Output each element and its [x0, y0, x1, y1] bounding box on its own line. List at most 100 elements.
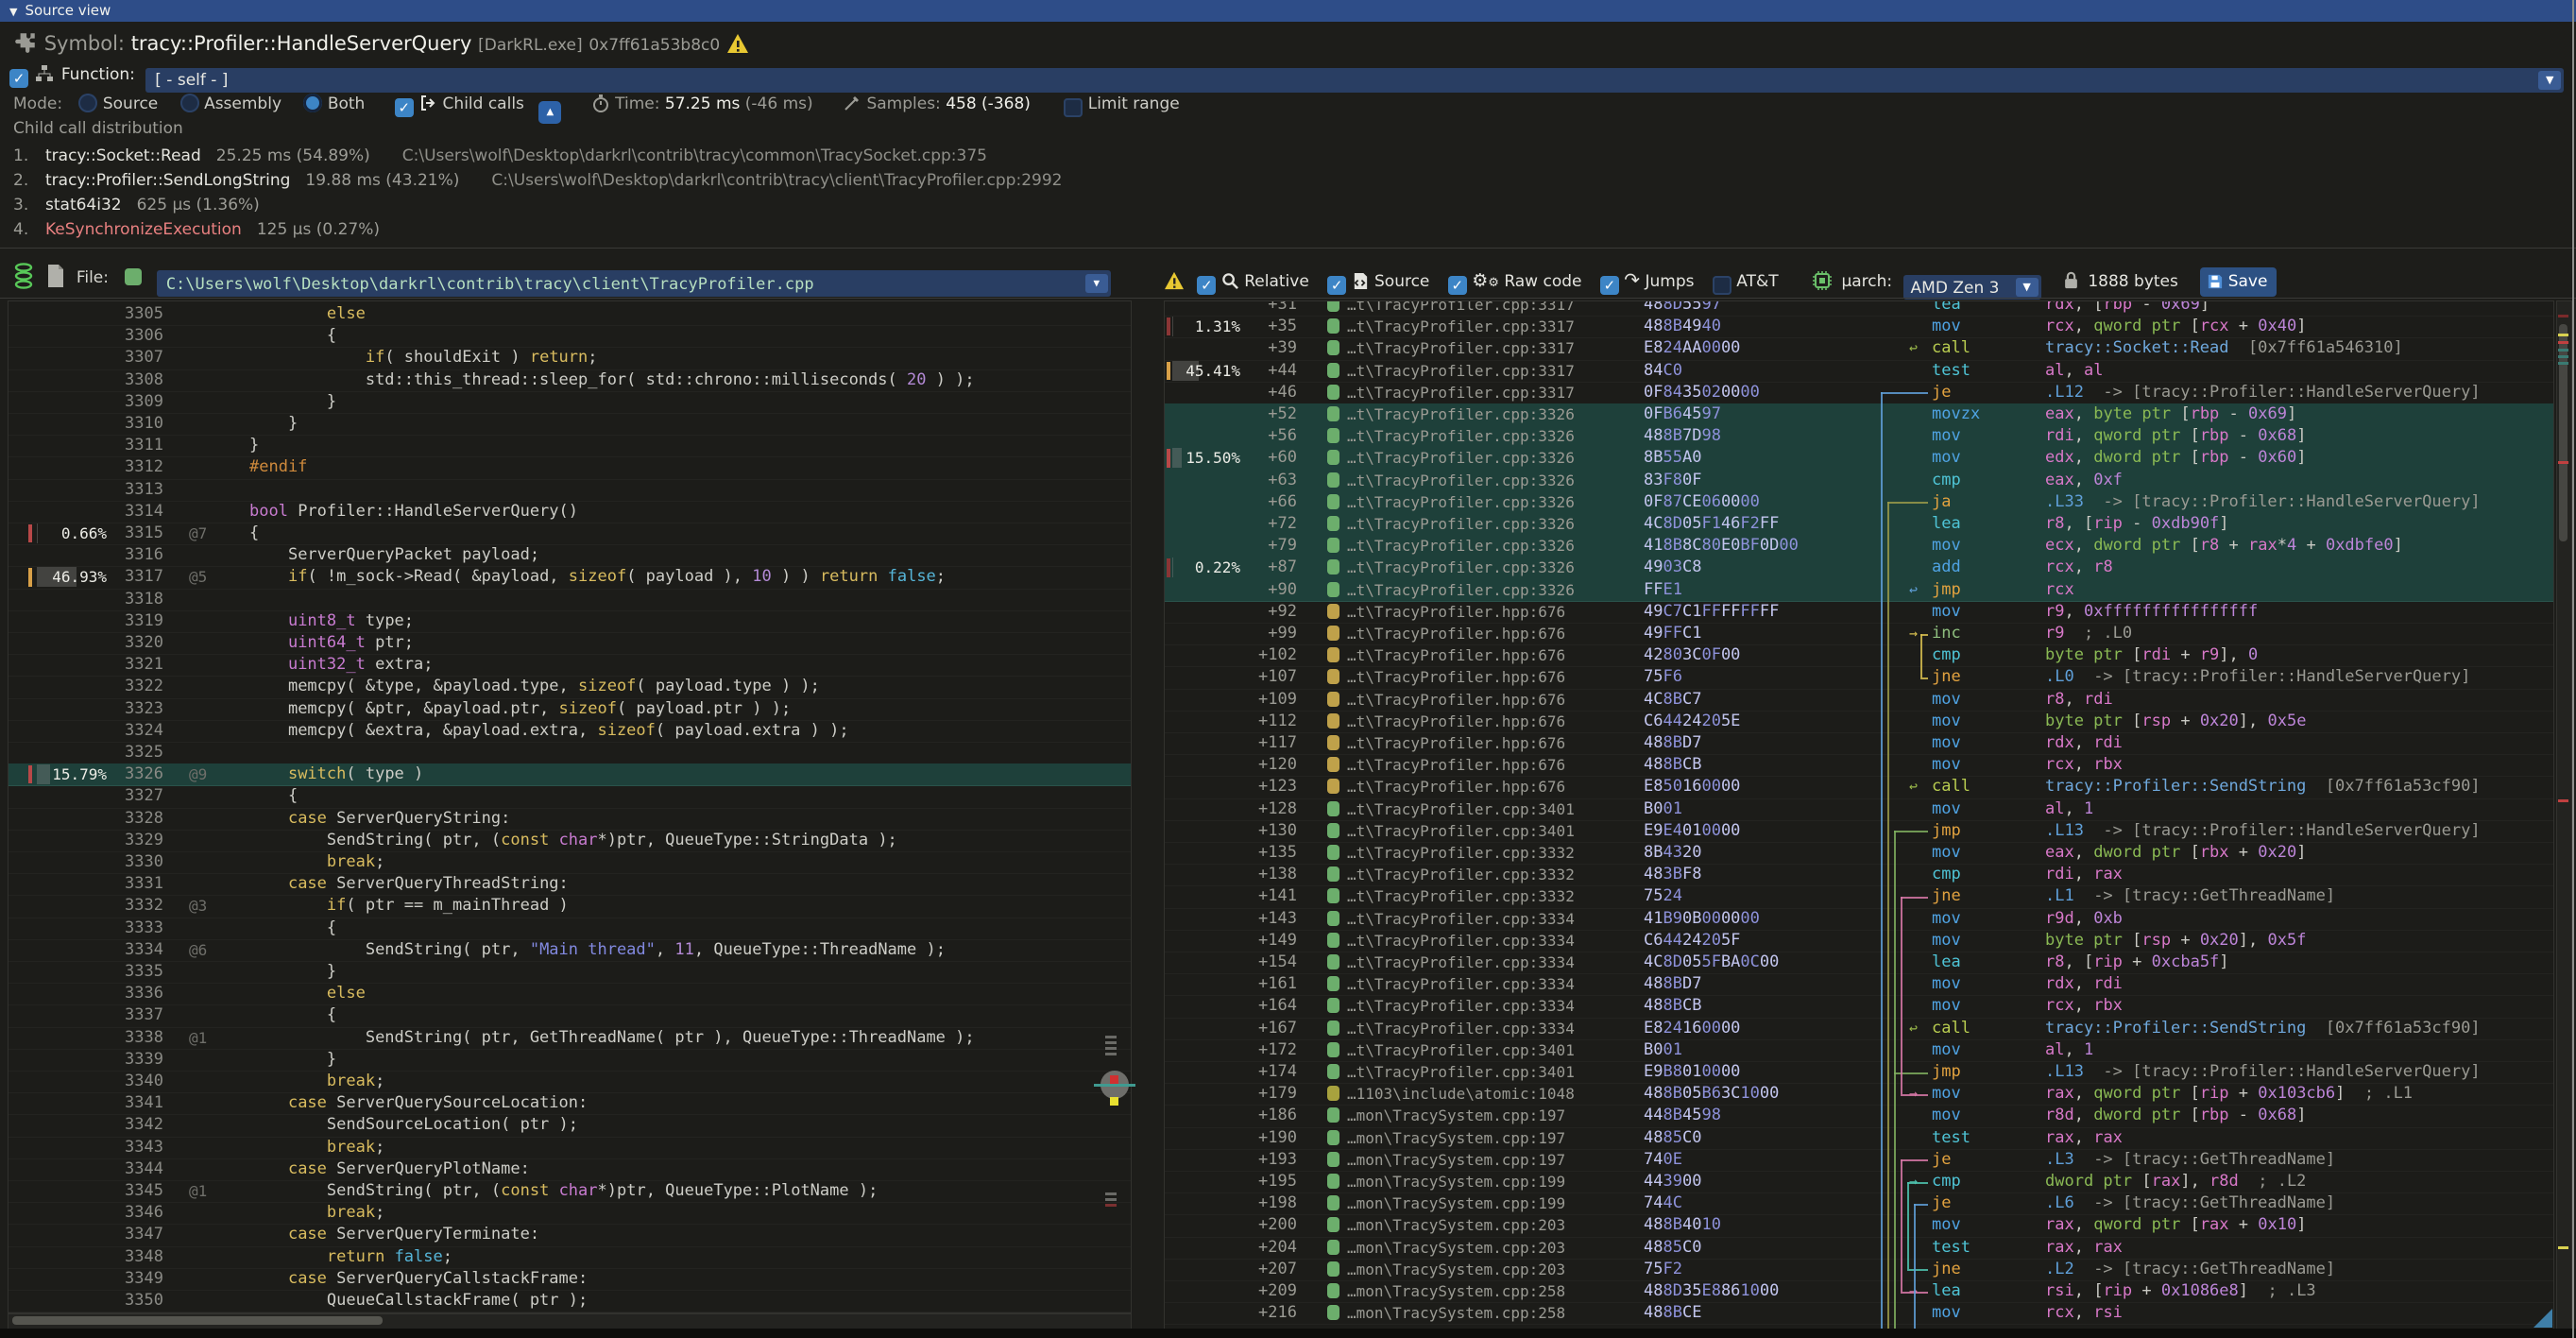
child-call-item[interactable]: 3.stat64i32625 μs (1.36%) — [13, 193, 260, 217]
source-line-row[interactable]: 3305 else — [9, 303, 1131, 326]
child-call-item[interactable]: 1.tracy::Socket::Read25.25 ms (54.89%)C:… — [13, 144, 987, 168]
child-call-item[interactable]: 4.KeSynchronizeExecution125 μs (0.27%) — [13, 217, 380, 242]
asm-row[interactable]: +72…t\TracyProfiler.cpp:33264C8D05F146F2… — [1165, 513, 2553, 536]
source-line-row[interactable]: 3347 case ServerQueryTerminate: — [9, 1224, 1131, 1246]
source-line-row[interactable]: 3335 } — [9, 961, 1131, 984]
asm-source-location[interactable]: …t\TracyProfiler.cpp:3334 — [1347, 952, 1575, 973]
source-line-row[interactable]: 3324 memcpy( &extra, &payload.extra, siz… — [9, 720, 1131, 743]
source-line-row[interactable]: 3344 case ServerQueryPlotName: — [9, 1158, 1131, 1181]
radio-both-label[interactable]: Both — [328, 94, 366, 113]
source-line-row[interactable]: 3339 } — [9, 1049, 1131, 1072]
asm-row[interactable]: +174…t\TracyProfiler.cpp:3401E9B8010000j… — [1165, 1061, 2553, 1084]
source-line-row[interactable]: 3336 else — [9, 983, 1131, 1005]
assembly-vertical-scrollbar[interactable] — [2556, 300, 2572, 1329]
source-line-row[interactable]: 3338@1 SendString( ptr, GetThreadName( p… — [9, 1027, 1131, 1050]
asm-row[interactable]: +204…mon\TracySystem.cpp:2034885C0testra… — [1165, 1237, 2553, 1260]
source-line-row[interactable]: 3320 uint64_t ptr; — [9, 632, 1131, 655]
source-line-row[interactable]: 3332@3 if( ptr == m_mainThread ) — [9, 895, 1131, 918]
file-select[interactable]: C:\Users\wolf\Desktop\darkrl\contrib\tra… — [157, 270, 1111, 297]
asm-row[interactable]: 45.41%+44…t\TracyProfiler.cpp:331784C0te… — [1165, 360, 2553, 383]
asm-row[interactable]: +164…t\TracyProfiler.cpp:3334488BCBmovrc… — [1165, 995, 2553, 1018]
asm-source-location[interactable]: …t\TracyProfiler.hpp:676 — [1347, 644, 1565, 666]
asm-row[interactable]: +154…t\TracyProfiler.cpp:33344C8D055FBA0… — [1165, 952, 2553, 974]
source-line-row[interactable]: 3348 return false; — [9, 1246, 1131, 1269]
asm-row[interactable]: +172…t\TracyProfiler.cpp:3401B001moval, … — [1165, 1039, 2553, 1062]
source-line-row[interactable]: 3325 — [9, 742, 1131, 764]
source-line-row[interactable]: 3307 if( shouldExit ) return; — [9, 347, 1131, 369]
asm-row[interactable]: +200…mon\TracySystem.cpp:203488B4010movr… — [1165, 1214, 2553, 1237]
source-line-row[interactable]: 3331 case ServerQueryThreadString: — [9, 873, 1131, 896]
asm-source-location[interactable]: …t\TracyProfiler.cpp:3317 — [1347, 360, 1575, 382]
asm-row[interactable]: +149…t\TracyProfiler.cpp:3334C64424205Fm… — [1165, 930, 2553, 952]
source-line-row[interactable]: 15.79%3326@9 switch( type ) — [9, 763, 1131, 786]
radio-source[interactable] — [78, 94, 97, 112]
asm-row[interactable]: +216…mon\TracySystem.cpp:258488BCEmovrcx… — [1165, 1302, 2553, 1325]
relative-checkbox[interactable]: ✓ Relative — [1197, 268, 1308, 295]
asm-source-location[interactable]: …t\TracyProfiler.cpp:3334 — [1347, 1018, 1575, 1039]
asm-source-location[interactable]: …t\TracyProfiler.hpp:676 — [1347, 754, 1565, 776]
source-line-row[interactable]: 3311} — [9, 435, 1131, 457]
radio-source-label[interactable]: Source — [103, 94, 158, 113]
source-line-row[interactable]: 3321 uint32_t extra; — [9, 654, 1131, 677]
asm-source-location[interactable]: …t\TracyProfiler.cpp:3326 — [1347, 579, 1575, 601]
uarch-select[interactable]: AMD Zen 3 ▼ — [1903, 275, 2041, 300]
asm-row[interactable]: +130…t\TracyProfiler.cpp:3401E9E4010000j… — [1165, 820, 2553, 843]
source-line-row[interactable]: 3343 break; — [9, 1137, 1131, 1159]
collapse-icon[interactable]: ▼ — [9, 1, 17, 23]
source-line-row[interactable]: 3312#endif — [9, 456, 1131, 479]
asm-row[interactable]: 1.31%+35…t\TracyProfiler.cpp:3317488B494… — [1165, 316, 2553, 338]
asm-source-location[interactable]: …1103\include\atomic:1048 — [1347, 1083, 1575, 1105]
asm-source-location[interactable]: …t\TracyProfiler.cpp:3334 — [1347, 930, 1575, 952]
asm-source-location[interactable]: …t\TracyProfiler.cpp:3317 — [1347, 382, 1575, 403]
asm-row[interactable]: +161…t\TracyProfiler.cpp:3334488BD7movrd… — [1165, 973, 2553, 996]
asm-row[interactable]: +190…mon\TracySystem.cpp:1974885C0testra… — [1165, 1127, 2553, 1150]
asm-source-location[interactable]: …t\TracyProfiler.cpp:3334 — [1347, 973, 1575, 995]
asm-source-location[interactable]: …t\TracyProfiler.cpp:3326 — [1347, 535, 1575, 557]
asm-row[interactable]: +107…t\TracyProfiler.hpp:67675F6jne.L0 -… — [1165, 666, 2553, 689]
source-line-row[interactable]: 3345@1 SendString( ptr, (const char*)ptr… — [9, 1180, 1131, 1203]
asm-row[interactable]: +138…t\TracyProfiler.cpp:3332483BF8cmprd… — [1165, 864, 2553, 886]
asm-source-location[interactable]: …t\TracyProfiler.cpp:3326 — [1347, 513, 1575, 535]
asm-row[interactable]: +198…mon\TracySystem.cpp:199744Cje.L6 ->… — [1165, 1192, 2553, 1215]
radio-assembly[interactable] — [180, 94, 199, 112]
source-line-row[interactable]: 46.93%3317@5 if( !m_sock->Read( &payload… — [9, 566, 1131, 589]
radio-both[interactable] — [303, 94, 322, 112]
asm-source-location[interactable]: …t\TracyProfiler.cpp:3326 — [1347, 470, 1575, 491]
asm-source-location[interactable]: …t\TracyProfiler.hpp:676 — [1347, 689, 1565, 711]
source-line-row[interactable]: 3337 { — [9, 1004, 1131, 1027]
source-line-row[interactable]: 3322 memcpy( &type, &payload.type, sizeo… — [9, 676, 1131, 698]
source-line-row[interactable]: 3310 } — [9, 413, 1131, 436]
asm-source-location[interactable]: …t\TracyProfiler.cpp:3332 — [1347, 864, 1575, 885]
chevron-down-icon[interactable]: ▼ — [2016, 278, 2039, 297]
asm-source-location[interactable]: …t\TracyProfiler.cpp:3334 — [1347, 908, 1575, 930]
assembly-pane[interactable]: +31…t\TracyProfiler.cpp:3317488D5597lear… — [1164, 300, 2554, 1329]
raw-code-checkbox[interactable]: ✓ ⚙⚙ Raw code — [1448, 267, 1582, 297]
asm-source-location[interactable]: …mon\TracySystem.cpp:258 — [1347, 1280, 1565, 1302]
collapse-child-calls-button[interactable]: ▲ — [538, 101, 561, 124]
asm-row[interactable]: +31…t\TracyProfiler.cpp:3317488D5597lear… — [1165, 300, 2553, 317]
asm-row[interactable]: +79…t\TracyProfiler.cpp:3326418B8C80E0BF… — [1165, 535, 2553, 558]
asm-row[interactable]: 15.50%+60…t\TracyProfiler.cpp:33268B55A0… — [1165, 447, 2553, 470]
child-calls-checkbox[interactable]: ✓ — [395, 98, 414, 117]
asm-source-location[interactable]: …mon\TracySystem.cpp:199 — [1347, 1192, 1565, 1214]
asm-row[interactable]: +90…t\TracyProfiler.cpp:3326FFE1↩jmprcx — [1165, 579, 2553, 602]
limit-range-checkbox[interactable]: ✓ — [1064, 98, 1083, 117]
source-line-row[interactable]: 3327 { — [9, 785, 1131, 808]
source-line-row[interactable]: 3313 — [9, 479, 1131, 502]
source-horizontal-scrollbar[interactable] — [8, 1313, 1132, 1329]
asm-row[interactable]: +109…t\TracyProfiler.hpp:6764C8BC7movr8,… — [1165, 689, 2553, 712]
radio-assembly-label[interactable]: Assembly — [204, 94, 281, 113]
source-line-row[interactable]: 3314bool Profiler::HandleServerQuery() — [9, 501, 1131, 523]
asm-row[interactable]: +193…mon\TracySystem.cpp:197740Eje.L3 ->… — [1165, 1149, 2553, 1172]
child-call-item[interactable]: 2.tracy::Profiler::SendLongString19.88 m… — [13, 168, 1062, 193]
asm-source-location[interactable]: …t\TracyProfiler.cpp:3332 — [1347, 842, 1575, 864]
asm-source-location[interactable]: …t\TracyProfiler.hpp:676 — [1347, 666, 1565, 688]
asm-source-location[interactable]: …t\TracyProfiler.hpp:676 — [1347, 623, 1565, 644]
asm-row[interactable]: +102…t\TracyProfiler.hpp:67642803C0F00cm… — [1165, 644, 2553, 667]
source-line-row[interactable]: 3329 SendString( ptr, (const char*)ptr, … — [9, 830, 1131, 852]
asm-source-location[interactable]: …t\TracyProfiler.cpp:3326 — [1347, 425, 1575, 447]
asm-source-location[interactable]: …t\TracyProfiler.cpp:3326 — [1347, 491, 1575, 513]
asm-source-location[interactable]: …mon\TracySystem.cpp:203 — [1347, 1259, 1565, 1280]
source-line-row[interactable]: 3334@6 SendString( ptr, "Main thread", 1… — [9, 939, 1131, 962]
asm-source-location[interactable]: …t\TracyProfiler.cpp:3401 — [1347, 798, 1575, 820]
